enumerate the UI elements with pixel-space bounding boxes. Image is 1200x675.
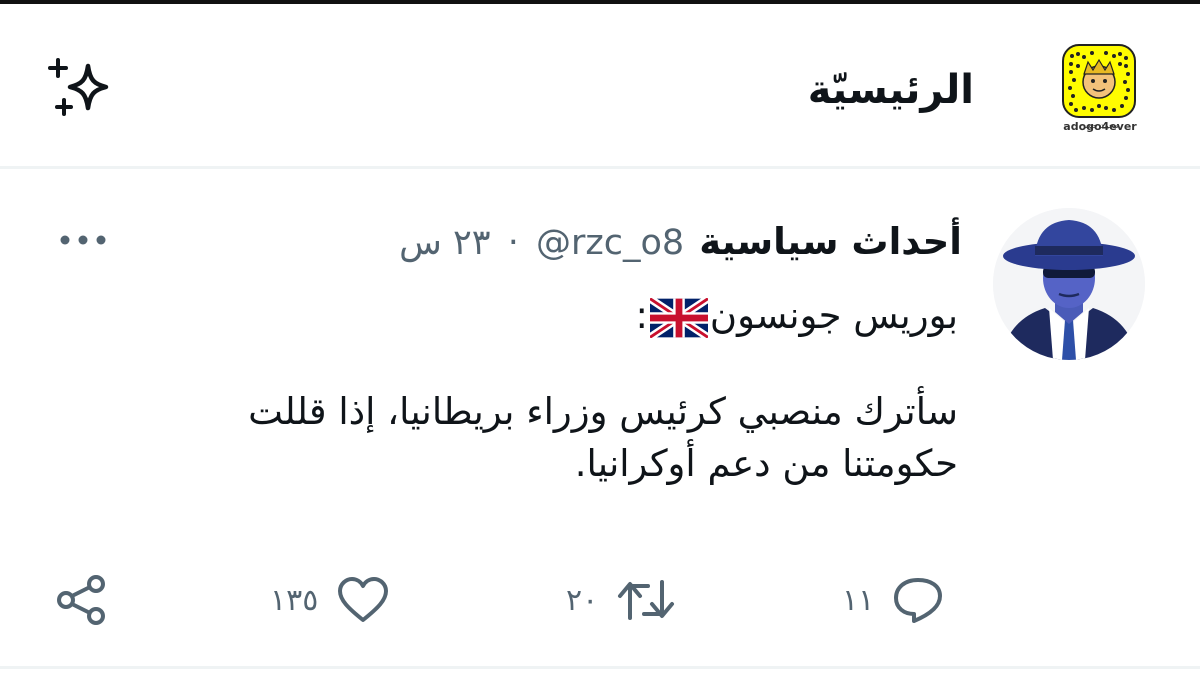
dot-separator: · bbox=[507, 223, 519, 263]
like-action[interactable]: ١٣٥ bbox=[270, 572, 390, 628]
retweet-icon[interactable] bbox=[616, 576, 676, 624]
tweet-line-1: بوريس جونسون : bbox=[158, 290, 958, 342]
tweet-text: بوريس جونسون : سأترك منصبي كرئيس وزراء ب… bbox=[158, 290, 958, 490]
retweet-action[interactable]: ٢٠ bbox=[566, 572, 676, 628]
snapcode-avatar[interactable]: محمد حسن bbox=[1062, 44, 1136, 132]
author-handle[interactable]: @rzc_o8 bbox=[536, 223, 684, 263]
quoted-person: بوريس جونسون bbox=[709, 294, 958, 337]
header-divider bbox=[0, 166, 1200, 169]
reply-icon[interactable] bbox=[892, 576, 944, 624]
like-count: ١٣٥ bbox=[270, 582, 319, 618]
tweet-timestamp[interactable]: ٢٣ س bbox=[399, 223, 490, 263]
tweet-paragraph: سأترك منصبي كرئيس وزراء بريطانيا، إذا قل… bbox=[248, 390, 958, 485]
header: الرئيسيّة محمد حسن adogo4ever bbox=[0, 4, 1200, 166]
snapcode-username: adogo4ever bbox=[1063, 120, 1137, 133]
more-dots-icon[interactable] bbox=[58, 230, 108, 250]
retweet-count: ٢٠ bbox=[566, 582, 599, 618]
author-avatar[interactable] bbox=[993, 208, 1145, 360]
spy-avatar-icon bbox=[993, 208, 1145, 360]
reply-action[interactable]: ١١ bbox=[842, 572, 944, 628]
bottom-divider bbox=[0, 666, 1200, 669]
reply-count: ١١ bbox=[842, 582, 875, 618]
uk-flag-icon bbox=[649, 297, 708, 338]
share-icon[interactable] bbox=[56, 574, 108, 626]
author-name[interactable]: أحداث سياسية bbox=[699, 220, 962, 263]
share-action[interactable] bbox=[56, 572, 108, 628]
tweet-header: أحداث سياسية @rzc_o8 · ٢٣ س bbox=[399, 210, 962, 274]
page-title: الرئيسيّة bbox=[807, 67, 974, 113]
line-colon: : bbox=[635, 294, 648, 337]
sparkle-icon[interactable] bbox=[44, 56, 114, 118]
heart-icon[interactable] bbox=[336, 576, 390, 624]
